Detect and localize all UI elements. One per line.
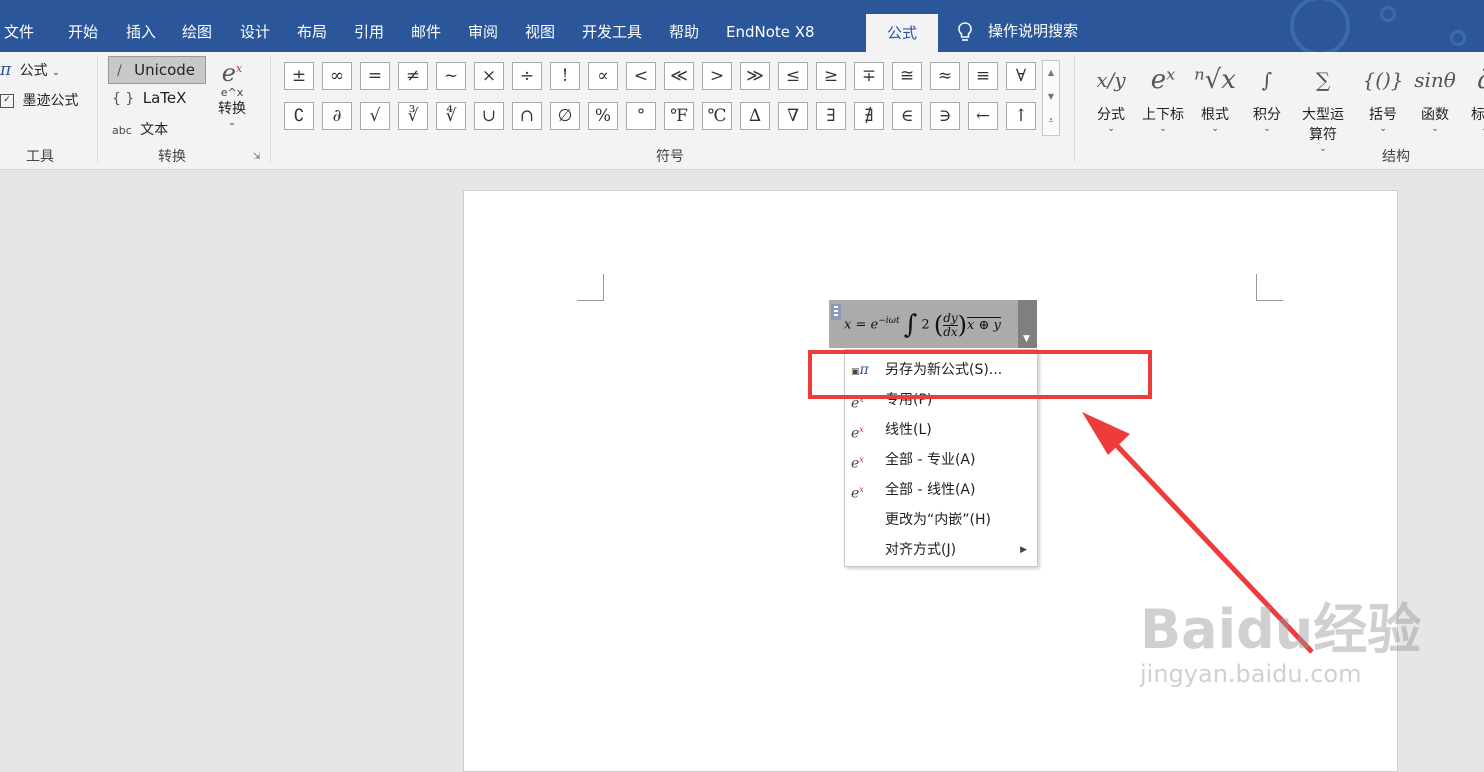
- watermark-brand: Baidu经验: [1140, 598, 1422, 661]
- baidu-watermark: Baidu经验 jingyan.baidu.com: [1140, 598, 1422, 689]
- watermark-url: jingyan.baidu.com: [1140, 660, 1362, 688]
